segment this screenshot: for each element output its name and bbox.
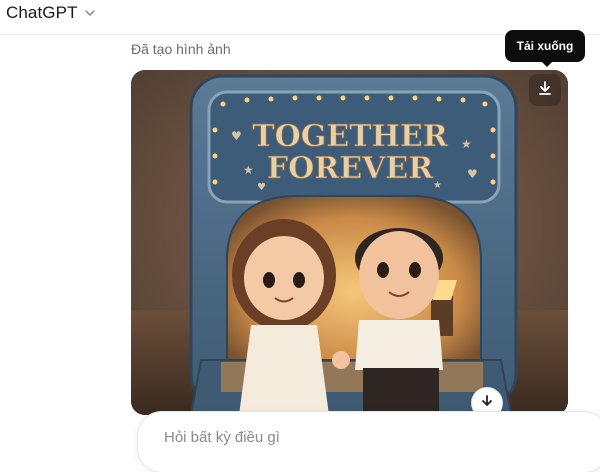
download-icon <box>537 80 553 101</box>
message-input[interactable] <box>162 424 586 450</box>
svg-text:♥: ♥ <box>467 167 478 181</box>
arrow-down-icon <box>480 394 494 413</box>
chevron-down-icon <box>84 7 96 19</box>
download-tooltip-label: Tải xuống <box>516 39 574 53</box>
download-tooltip: Tải xuống <box>505 30 585 67</box>
man-figurine <box>355 228 443 415</box>
svg-text:♥: ♥ <box>257 182 266 193</box>
svg-text:★: ★ <box>461 137 472 151</box>
svg-text:★: ★ <box>243 163 254 177</box>
message-composer <box>138 412 600 472</box>
image-created-label: Đã tạo hình ảnh <box>131 41 231 57</box>
model-switcher[interactable]: ChatGPT <box>6 2 96 24</box>
tooltip-arrow <box>541 61 553 67</box>
download-image-button[interactable] <box>529 74 561 106</box>
sign-text-line2: FOREVER <box>267 151 434 186</box>
svg-text:★: ★ <box>433 180 442 191</box>
model-name: ChatGPT <box>6 3 78 22</box>
svg-text:♥: ♥ <box>231 129 242 143</box>
generated-image[interactable]: ♥ ★ ★ ♥ ♥ ★ TOGETHER FOREVER <box>131 70 568 415</box>
couple-figurine-illustration: ♥ ★ ★ ♥ ♥ ★ TOGETHER FOREVER <box>131 70 568 415</box>
sign-text-line1: TOGETHER <box>252 119 448 154</box>
